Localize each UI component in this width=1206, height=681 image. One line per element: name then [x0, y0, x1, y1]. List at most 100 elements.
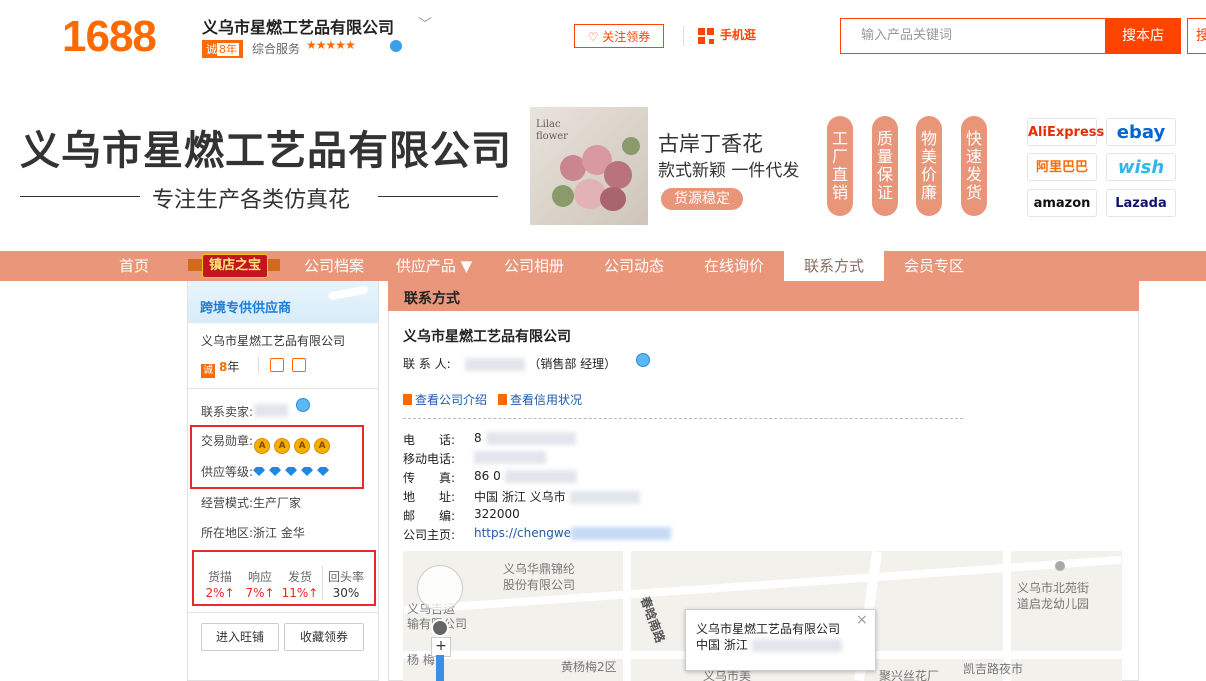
- wangwang-chat-icon[interactable]: [636, 353, 650, 367]
- divider: [258, 357, 259, 373]
- phone-label: 电 话:: [403, 433, 456, 447]
- supplier-type-label: 跨境专供供应商: [200, 301, 292, 316]
- feature-pill: 物美价廉: [916, 116, 942, 216]
- wangwang-chat-icon[interactable]: [296, 398, 310, 412]
- service-label: 综合服务: [252, 42, 301, 56]
- leaf-shape: [552, 185, 574, 207]
- feature-pill: 质量保证: [872, 116, 898, 216]
- nav-news[interactable]: 公司动态: [594, 251, 674, 281]
- contact-person-row: 联 系 人: （销售部 经理）: [403, 357, 617, 371]
- map-label: 黄杨梅2区: [561, 660, 617, 674]
- map-label: 聚兴丝花厂: [879, 669, 940, 681]
- mobile-label: 移动电话:: [403, 452, 456, 466]
- map-label: 春晗南路: [637, 594, 668, 645]
- popup-title: 义乌市星燃工艺品有限公司: [696, 622, 841, 636]
- contact-company-name: 义乌市星燃工艺品有限公司: [403, 329, 571, 345]
- platform-logo-ebay: ebay: [1106, 118, 1176, 146]
- sidebar-years: 诚 8年: [201, 360, 240, 378]
- contact-title: （销售部 经理）: [528, 357, 617, 371]
- medal-icon: A: [315, 439, 330, 453]
- feature-pill: 工厂直销: [827, 116, 853, 216]
- supply-level-row: 供应等级:: [201, 463, 333, 480]
- feature-pill: 快速发货: [961, 116, 987, 216]
- qr-code-icon: [698, 27, 714, 44]
- map-zoom-slider[interactable]: [436, 655, 444, 681]
- wangwang-icon[interactable]: [390, 40, 402, 52]
- medal-icon: A: [295, 439, 310, 453]
- product-tag: 货源稳定: [661, 188, 743, 210]
- heart-icon: ♡: [587, 30, 603, 44]
- airplane-icon: [327, 285, 369, 301]
- nav-home[interactable]: 首页: [96, 251, 172, 281]
- nav-inquiry[interactable]: 在线询价: [694, 251, 774, 281]
- nav-products[interactable]: 供应产品 ▼: [386, 251, 482, 281]
- shop-name[interactable]: 义乌市星燃工艺品有限公司: [202, 14, 394, 38]
- verified-icon[interactable]: [292, 358, 306, 372]
- stat-label: 货描: [207, 570, 232, 584]
- nav-contact[interactable]: 联系方式: [784, 251, 884, 281]
- map-label: 凯吉路夜市: [963, 662, 1024, 676]
- service-stars: ★★★★★: [306, 38, 356, 52]
- year-badge: 诚 8年: [202, 40, 243, 58]
- product-image[interactable]: Lilac flower: [530, 107, 648, 225]
- arrow-icon: [498, 394, 507, 405]
- popup-address: 中国 浙江: [696, 636, 842, 653]
- enter-shop-button[interactable]: 进入旺铺: [201, 623, 279, 651]
- arrow-icon: [403, 394, 412, 405]
- stat-value: 30%: [332, 586, 360, 600]
- divider: [378, 196, 498, 197]
- leaf-shape: [622, 137, 640, 155]
- company-intro-link[interactable]: 查看公司介绍: [403, 391, 487, 408]
- homepage-link[interactable]: https://chengwe: [474, 526, 672, 540]
- platform-logo-aliexpress: AliExpress: [1027, 118, 1104, 146]
- stat-label: 响应: [247, 570, 272, 584]
- site-logo[interactable]: 1688: [62, 12, 157, 62]
- nav-company-profile[interactable]: 公司档案: [294, 251, 374, 281]
- postcode-value: 322000: [474, 507, 520, 521]
- sidebar-company-name[interactable]: 义乌市星燃工艺品有限公司: [201, 332, 345, 349]
- nav-album[interactable]: 公司相册: [494, 251, 574, 281]
- school-icon: [1055, 561, 1065, 571]
- address-value: 中国 浙江 义乌市: [474, 488, 640, 505]
- follow-button[interactable]: ♡ 关注领券: [574, 24, 664, 48]
- platform-logo-wish: wish: [1106, 153, 1176, 181]
- search-site-button[interactable]: 搜: [1187, 18, 1206, 54]
- nav-featured-badge[interactable]: 镇店之宝: [186, 253, 282, 278]
- chevron-down-icon[interactable]: ﹀: [418, 14, 432, 34]
- map-road: [623, 551, 631, 681]
- map-zoom-in-button[interactable]: +: [431, 637, 451, 657]
- mobile-link[interactable]: 手机逛: [698, 26, 756, 44]
- stat-value: 2%↑: [205, 586, 235, 600]
- map-locate-icon[interactable]: [431, 619, 449, 637]
- phone-value: 8: [474, 431, 576, 445]
- divider: [188, 388, 378, 389]
- map-label: 义乌市北苑街: [1017, 581, 1090, 595]
- region: 所在地区:浙江 金华: [201, 526, 305, 540]
- stat-value: 7%↑: [245, 586, 275, 600]
- divider: [403, 418, 963, 419]
- product-title: 古岸丁香花: [658, 132, 763, 156]
- cheng-icon: 诚: [201, 364, 215, 378]
- medal-icon: A: [275, 439, 290, 453]
- fax-value: 86 0: [474, 469, 577, 483]
- credit-status-link[interactable]: 查看信用状况: [498, 391, 582, 408]
- nav-members[interactable]: 会员专区: [894, 251, 974, 281]
- blurred-contact-name: [254, 404, 288, 417]
- certificate-icon[interactable]: [270, 358, 284, 372]
- platform-logo-amazon: amazon: [1027, 189, 1097, 217]
- flower-shape: [600, 187, 626, 211]
- fax-label: 传 真:: [403, 471, 456, 485]
- search-shop-button[interactable]: 搜本店: [1105, 18, 1181, 54]
- divider: [188, 612, 378, 613]
- map-pan-control[interactable]: [417, 565, 463, 611]
- divider: [322, 566, 323, 600]
- diamond-icon: [317, 467, 330, 476]
- close-icon[interactable]: ×: [856, 612, 868, 628]
- search-input[interactable]: 输入产品关键词: [840, 18, 1106, 54]
- diamond-icon: [269, 467, 282, 476]
- product-subtitle: 款式新颖 一件代发: [658, 161, 800, 181]
- blurred-contact-name: [464, 358, 525, 371]
- divider: [20, 196, 140, 197]
- favorite-button[interactable]: 收藏领券: [284, 623, 364, 651]
- banner-company-name: 义乌市星燃工艺品有限公司: [20, 128, 512, 174]
